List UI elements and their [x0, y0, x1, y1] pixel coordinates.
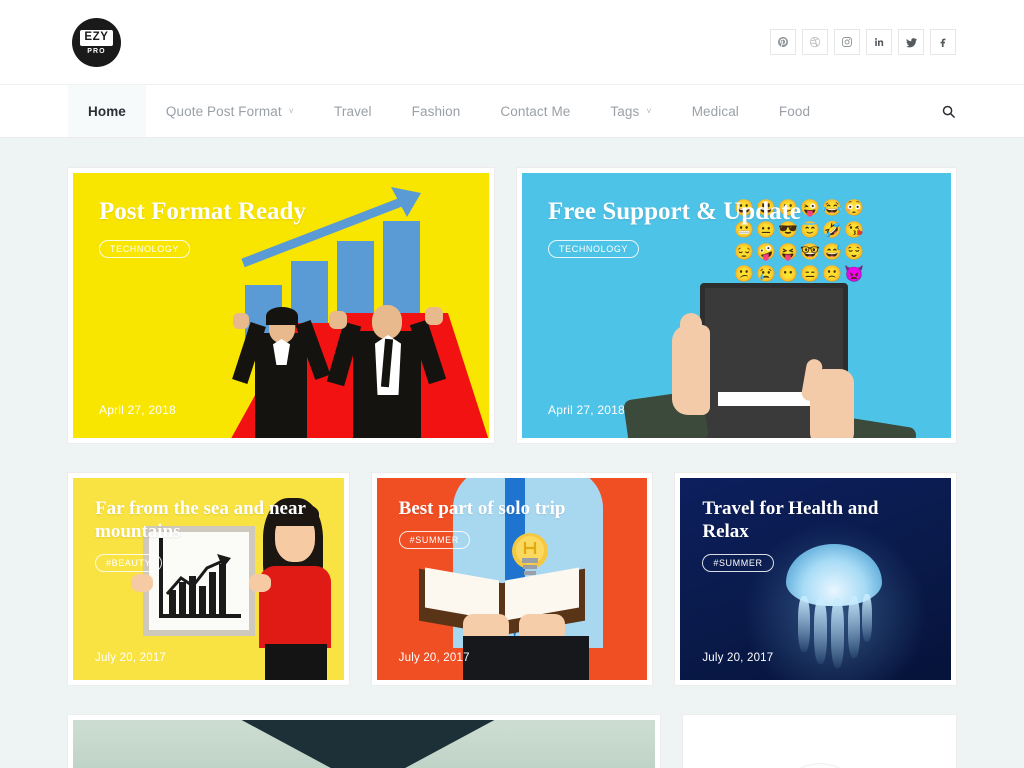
post-card-free-support-update[interactable]: 😀 😃 🙂 😜 😂 😳 😬 😐 😎 😇 🤣 😘 😔 🤪 😝 🤓 😅 😌 😕 😢 … — [517, 168, 956, 443]
emoji-cell: 😑 — [800, 266, 820, 283]
chevron-down-icon: ˅ — [646, 105, 652, 116]
post-card-header: Far from the sea and near mountains #BEA… — [73, 478, 344, 572]
post-date: April 27, 2018 — [548, 403, 625, 417]
instagram-icon[interactable] — [834, 29, 860, 55]
post-category-badge[interactable]: #SUMMER — [702, 553, 774, 572]
nav-item-fashion[interactable]: Fashion — [392, 85, 481, 137]
umbrella-rabbit-photo — [73, 720, 655, 768]
nav-label: Quote Post Format — [165, 103, 282, 119]
post-date: April 27, 2018 — [99, 403, 176, 417]
linkedin-icon[interactable] — [866, 29, 892, 55]
site-logo[interactable]: EZY PRO — [72, 17, 121, 67]
post-card-header: Travel for Health and Relax #SUMMER — [680, 478, 951, 572]
post-card-best-part-of-solo-trip[interactable]: Best part of solo trip #SUMMER July 20, … — [371, 473, 653, 685]
post-title: Best part of solo trip — [398, 498, 566, 519]
avatar — [776, 764, 863, 768]
post-card-umbrella-rabbit[interactable] — [68, 715, 661, 768]
post-date: July 20, 2017 — [702, 652, 774, 664]
post-title: Post Format Ready — [99, 198, 306, 225]
chevron-down-icon: ˅ — [288, 105, 295, 116]
nav-item-tags[interactable]: Tags ˅ — [590, 85, 671, 137]
emoji-cell: 😕 — [734, 266, 754, 283]
author-avatar-widget — [688, 720, 951, 768]
search-toggle-button[interactable] — [923, 85, 956, 137]
post-title: Far from the sea and near mountains — [95, 498, 306, 542]
post-date: July 20, 2017 — [95, 652, 167, 664]
post-card-far-from-the-sea[interactable]: Far from the sea and near mountains #BEA… — [68, 473, 349, 685]
nav-label: Home — [88, 103, 126, 119]
emoji-cell: 👿 — [844, 266, 864, 283]
author-widget-card[interactable] — [683, 715, 956, 768]
post-card-post-format-ready[interactable]: Post Format Ready TECHNOLOGY April 27, 2… — [68, 168, 495, 443]
facebook-icon[interactable] — [930, 29, 956, 55]
logo-secondary-text: PRO — [87, 47, 106, 55]
social-links — [770, 29, 956, 55]
nav-label: Food — [778, 103, 811, 119]
post-category-badge[interactable]: #SUMMER — [398, 530, 470, 549]
post-category-badge[interactable]: TECHNOLOGY — [99, 240, 191, 258]
post-row-partial — [68, 715, 956, 768]
nav-item-travel[interactable]: Travel — [314, 85, 392, 137]
nav-label: Fashion — [411, 103, 461, 119]
post-card-travel-for-health-and-relax[interactable]: Travel for Health and Relax #SUMMER July… — [675, 473, 957, 685]
pinterest-icon[interactable] — [770, 29, 796, 55]
post-title: Free Support & Update — [548, 198, 802, 225]
post-card-header: Post Format Ready TECHNOLOGY — [73, 173, 489, 258]
post-date: July 20, 2017 — [398, 652, 470, 664]
post-row: Far from the sea and near mountains #BEA… — [68, 473, 957, 685]
logo-primary-text: EZY — [80, 29, 113, 46]
twitter-icon[interactable] — [898, 29, 924, 55]
emoji-cell: 🙁 — [822, 266, 842, 283]
nav-menu: Home Quote Post Format ˅ Travel Fashion … — [68, 85, 923, 137]
nav-label: Medical — [691, 103, 739, 119]
post-grid: Post Format Ready TECHNOLOGY April 27, 2… — [0, 138, 1024, 768]
nav-item-home[interactable]: Home — [68, 85, 146, 137]
post-category-badge[interactable]: TECHNOLOGY — [548, 240, 640, 258]
nav-label: Contact Me — [500, 103, 571, 119]
post-category-badge[interactable]: #BEAUTY — [95, 553, 163, 572]
nav-item-quote-post-format[interactable]: Quote Post Format ˅ — [146, 85, 314, 137]
dribbble-icon[interactable] — [802, 29, 828, 55]
featured-row: Post Format Ready TECHNOLOGY April 27, 2… — [68, 168, 956, 443]
emoji-cell: 😢 — [756, 266, 776, 283]
search-icon — [942, 105, 955, 118]
nav-label: Tags — [610, 103, 640, 119]
nav-label: Travel — [334, 103, 372, 119]
main-navigation: Home Quote Post Format ˅ Travel Fashion … — [0, 85, 1024, 138]
emoji-cell: 😶 — [778, 266, 798, 283]
nav-item-contact-me[interactable]: Contact Me — [480, 85, 590, 137]
site-header: EZY PRO — [0, 0, 1024, 85]
nav-item-food[interactable]: Food — [759, 85, 830, 137]
post-card-header: Free Support & Update TECHNOLOGY — [522, 173, 951, 258]
nav-item-medical[interactable]: Medical — [672, 85, 759, 137]
post-title: Travel for Health and Relax — [702, 498, 879, 542]
post-card-header: Best part of solo trip #SUMMER — [377, 478, 648, 549]
